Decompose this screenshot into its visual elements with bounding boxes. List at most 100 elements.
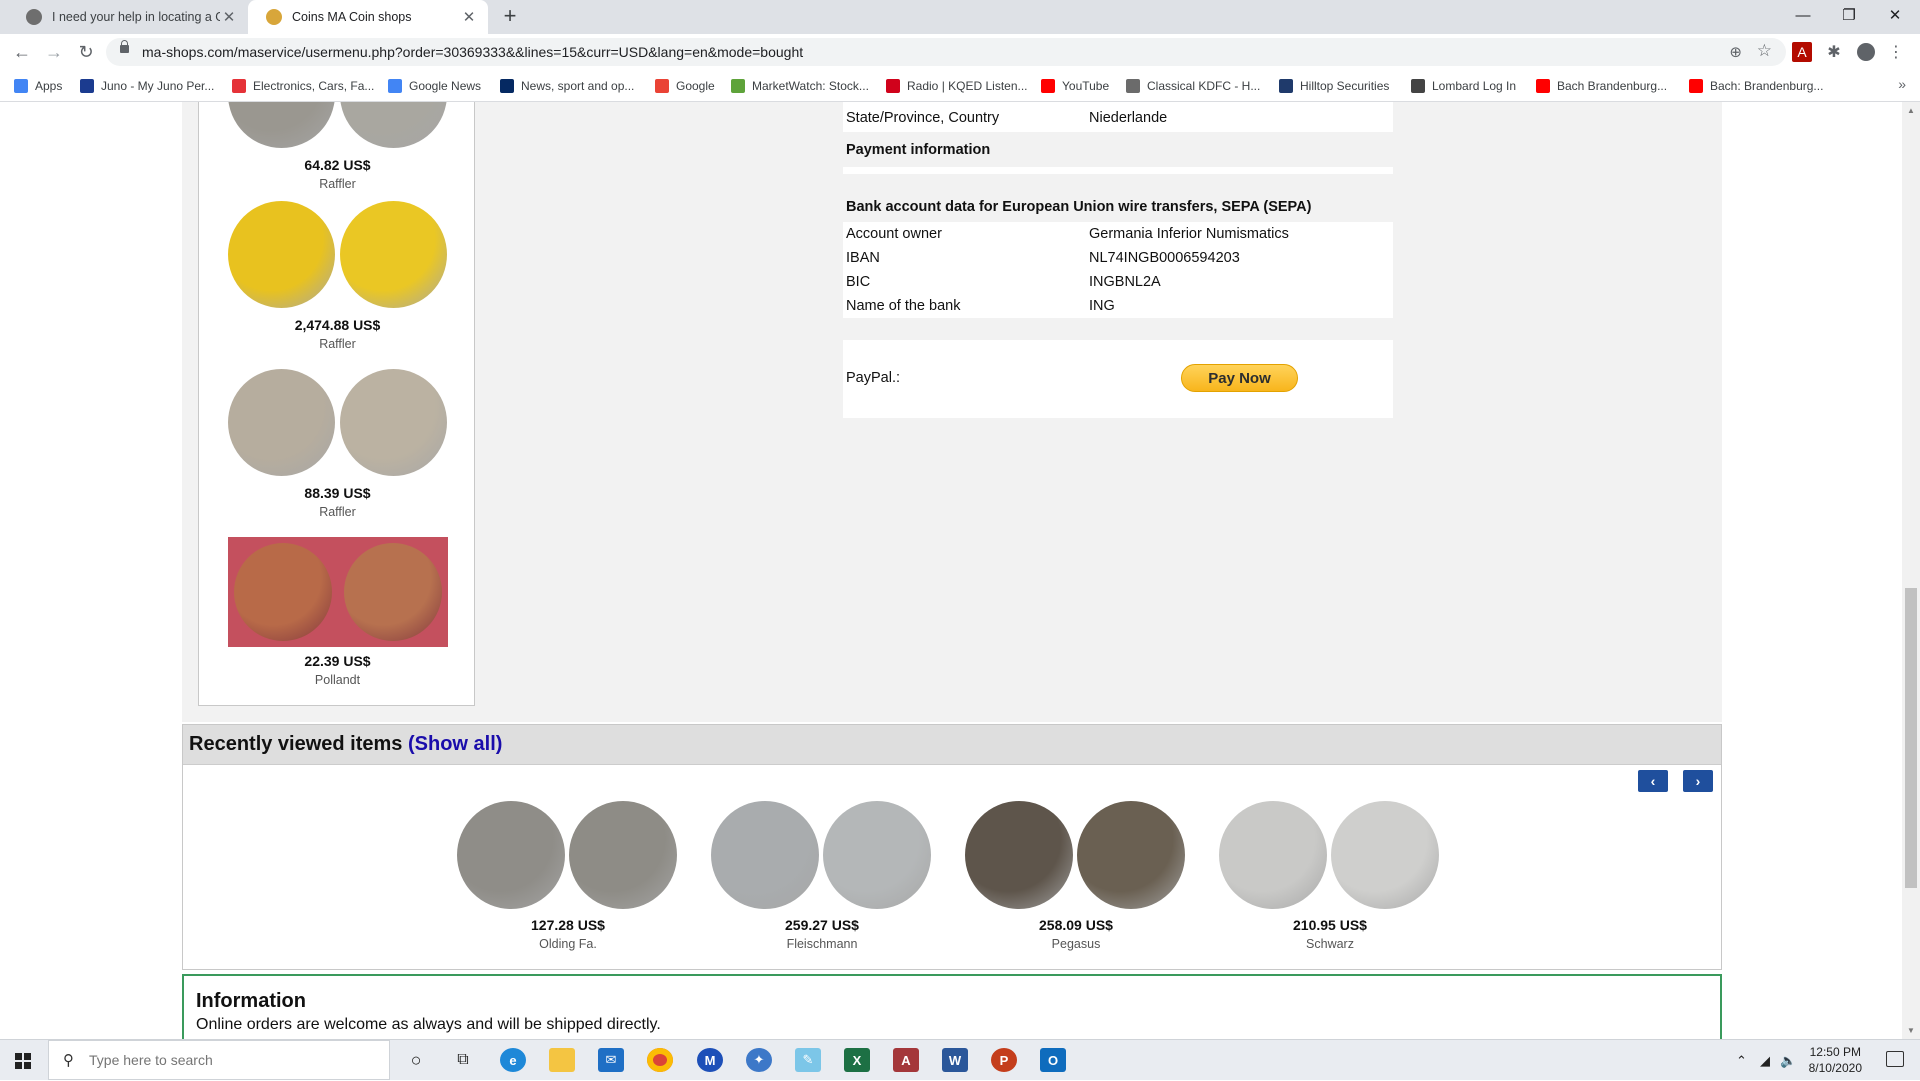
item-seller[interactable]: Fleischmann <box>707 937 937 951</box>
bought-item[interactable]: 64.82 US$ Raffler <box>199 102 476 191</box>
page-scrollbar[interactable]: ▲ ▼ <box>1902 102 1920 1039</box>
recent-item[interactable]: 210.95 US$ Schwarz <box>1215 801 1445 951</box>
coin-reverse <box>339 201 447 308</box>
tray-chevron-icon[interactable]: ⌃ <box>1736 1040 1747 1081</box>
more-bookmarks-icon[interactable]: » <box>1898 76 1906 92</box>
recent-item[interactable]: 127.28 US$ Olding Fa. <box>453 801 683 951</box>
recently-viewed-title-wrap: Recently viewed items (Show all) <box>189 733 502 756</box>
tab-help-request[interactable]: I need your help in locating a Ge ✕ <box>8 0 248 34</box>
bookmark-0[interactable]: Apps <box>14 76 62 96</box>
bookmark-10[interactable]: Hilltop Securities <box>1279 76 1389 96</box>
show-all-link[interactable]: (Show all) <box>408 733 502 755</box>
chrome-icon[interactable] <box>647 1048 673 1072</box>
bookmark-label: News, sport and op... <box>521 79 635 93</box>
close-window-button[interactable]: ✕ <box>1872 0 1918 30</box>
item-seller[interactable]: Olding Fa. <box>453 937 683 951</box>
new-tab-button[interactable]: + <box>498 4 522 30</box>
coin-image[interactable] <box>1219 801 1441 911</box>
carousel-prev-button[interactable]: ‹ <box>1638 770 1668 792</box>
outlook-icon[interactable]: O <box>1040 1048 1066 1072</box>
bookmark-13[interactable]: Bach: Brandenburg... <box>1689 76 1823 96</box>
mail-icon[interactable]: ✉ <box>598 1048 624 1072</box>
bookmark-star-icon[interactable]: ☆ <box>1757 41 1772 61</box>
bookmark-11[interactable]: Lombard Log In <box>1411 76 1516 96</box>
youtube-icon <box>1689 79 1703 93</box>
tab-coins-ma-shops[interactable]: Coins MA Coin shops ✕ <box>248 0 488 34</box>
coin-image[interactable] <box>457 801 679 911</box>
recent-item[interactable]: 258.09 US$ Pegasus <box>961 801 1191 951</box>
taskbar-search-input[interactable] <box>87 1051 381 1069</box>
bookmark-1[interactable]: Juno - My Juno Per... <box>80 76 214 96</box>
task-view-icon[interactable]: ⧉ <box>450 1048 476 1072</box>
chrome-menu-icon[interactable]: ⋮ <box>1886 42 1906 62</box>
scroll-down-icon[interactable]: ▼ <box>1907 1026 1915 1035</box>
taskbar-search[interactable]: ⚲ <box>48 1040 390 1080</box>
bookmark-7[interactable]: Radio | KQED Listen... <box>886 76 1028 96</box>
bookmark-2[interactable]: Electronics, Cars, Fa... <box>232 76 374 96</box>
pay-now-button[interactable]: Pay Now <box>1181 364 1298 392</box>
extensions-puzzle-icon[interactable]: ✱ <box>1824 42 1844 62</box>
item-seller[interactable]: Pollandt <box>199 673 476 687</box>
access-icon[interactable]: A <box>893 1048 919 1072</box>
acrobat-extension-icon[interactable]: A <box>1792 42 1812 62</box>
settings-gear-icon[interactable]: ✦ <box>746 1048 772 1072</box>
bookmark-label: Apps <box>35 79 63 93</box>
coin-image[interactable] <box>227 102 448 151</box>
item-seller[interactable]: Raffler <box>199 505 476 519</box>
close-tab-icon[interactable]: ✕ <box>220 8 238 26</box>
url-text[interactable]: ma-shops.com/maservice/usermenu.php?orde… <box>142 44 803 60</box>
scroll-up-icon[interactable]: ▲ <box>1907 106 1915 115</box>
coin-image[interactable] <box>227 369 448 479</box>
bookmark-label: Lombard Log In <box>1432 79 1517 93</box>
powerpoint-icon[interactable]: P <box>991 1048 1017 1072</box>
restore-button[interactable]: ❐ <box>1826 0 1872 30</box>
malwarebytes-icon[interactable]: M <box>697 1048 723 1072</box>
paint-icon[interactable]: ✎ <box>795 1048 821 1072</box>
excel-icon[interactable]: X <box>844 1048 870 1072</box>
file-explorer-icon[interactable] <box>549 1048 575 1072</box>
bank-row-value: Germania Inferior Numismatics <box>1089 226 1289 242</box>
kqed-icon <box>886 79 900 93</box>
item-seller[interactable]: Raffler <box>199 177 476 191</box>
back-button[interactable]: ← <box>10 40 34 64</box>
coin-image[interactable] <box>227 201 448 311</box>
bookmark-label: Juno - My Juno Per... <box>101 79 215 93</box>
recent-item[interactable]: 259.27 US$ Fleischmann <box>707 801 937 951</box>
bookmark-12[interactable]: Bach Brandenburg... <box>1536 76 1667 96</box>
tab-strip: I need your help in locating a Ge ✕ Coin… <box>0 0 1920 34</box>
item-seller[interactable]: Schwarz <box>1215 937 1445 951</box>
cortana-icon[interactable]: ○ <box>403 1048 429 1072</box>
profile-avatar-icon[interactable] <box>1856 42 1876 62</box>
bookmark-3[interactable]: Google News <box>388 76 481 96</box>
reload-button[interactable]: ↻ <box>74 40 98 64</box>
network-icon[interactable]: ◢ <box>1760 1040 1770 1081</box>
coin-image[interactable] <box>711 801 933 911</box>
start-button[interactable] <box>0 1040 46 1081</box>
bought-item[interactable]: 22.39 US$ Pollandt <box>199 537 476 687</box>
bookmark-8[interactable]: YouTube <box>1041 76 1109 96</box>
google-news-icon <box>388 79 402 93</box>
close-tab-icon[interactable]: ✕ <box>460 8 478 26</box>
bought-item[interactable]: 2,474.88 US$ Raffler <box>199 201 476 351</box>
word-icon[interactable]: W <box>942 1048 968 1072</box>
carousel-next-button[interactable]: › <box>1683 770 1713 792</box>
bookmark-5[interactable]: Google <box>655 76 715 96</box>
notifications-icon[interactable] <box>1886 1051 1904 1067</box>
edge-icon[interactable]: e <box>500 1048 526 1072</box>
bookmark-6[interactable]: MarketWatch: Stock... <box>731 76 869 96</box>
scrollbar-thumb[interactable] <box>1905 588 1917 888</box>
address-bar[interactable]: ma-shops.com/maservice/usermenu.php?orde… <box>106 38 1786 66</box>
item-seller[interactable]: Raffler <box>199 337 476 351</box>
item-seller[interactable]: Pegasus <box>961 937 1191 951</box>
paypal-row: PayPal.: Pay Now <box>843 340 1393 418</box>
forward-button[interactable]: → <box>42 40 66 64</box>
bookmark-9[interactable]: Classical KDFC - H... <box>1126 76 1260 96</box>
system-clock[interactable]: 12:50 PM 8/10/2020 <box>1809 1044 1862 1076</box>
bought-item[interactable]: 88.39 US$ Raffler <box>199 369 476 519</box>
coin-image[interactable] <box>227 537 448 647</box>
bookmark-4[interactable]: News, sport and op... <box>500 76 634 96</box>
coin-image[interactable] <box>965 801 1187 911</box>
minimize-button[interactable]: — <box>1780 0 1826 30</box>
zoom-icon[interactable]: ⊕ <box>1729 43 1742 61</box>
volume-icon[interactable]: 🔈 <box>1780 1040 1796 1081</box>
